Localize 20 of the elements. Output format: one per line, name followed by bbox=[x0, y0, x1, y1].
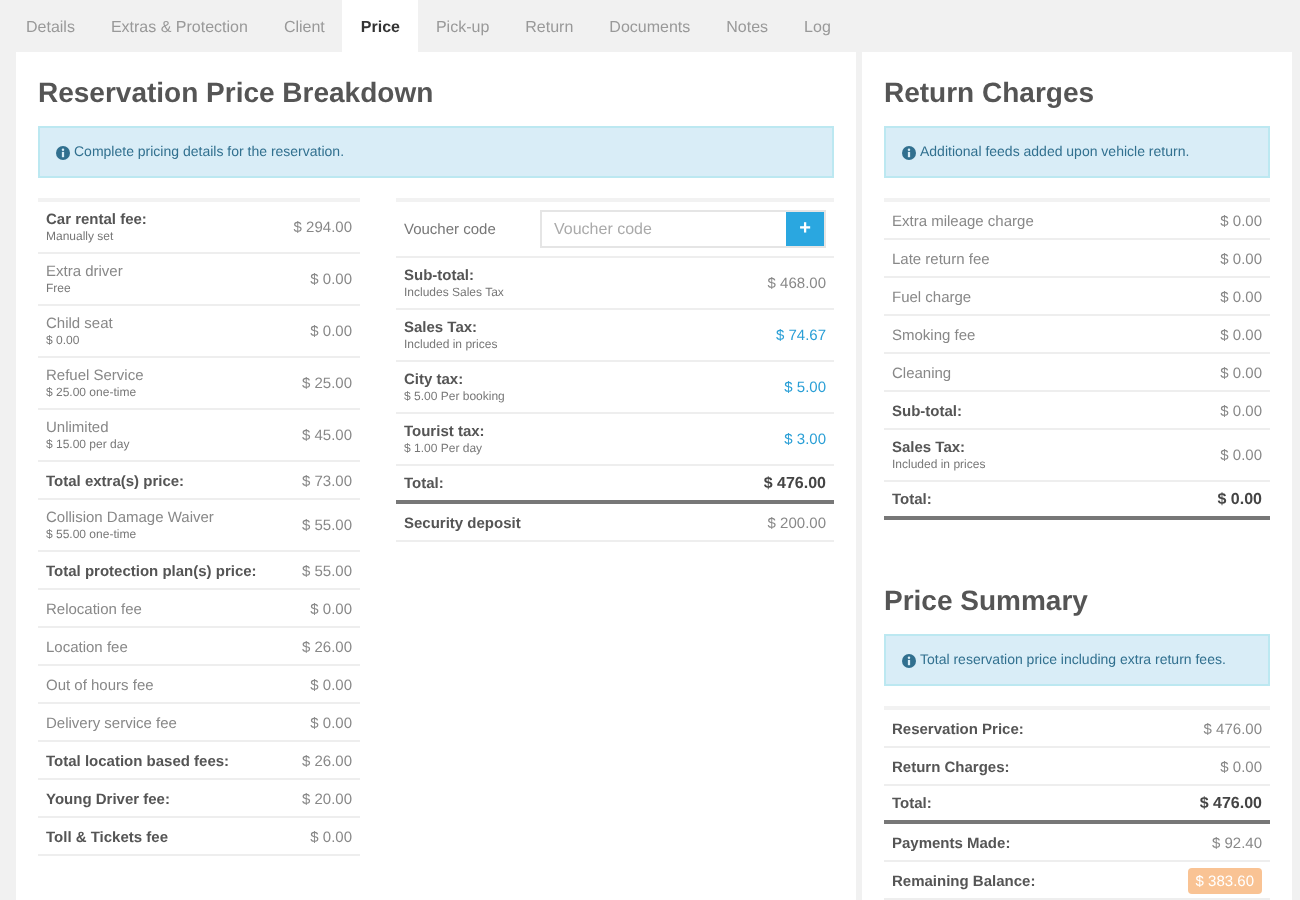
tab[interactable]: Return bbox=[507, 0, 592, 52]
row-amount: $ 476.00 bbox=[763, 474, 826, 492]
section-title: Price Summary bbox=[884, 582, 1090, 620]
info-icon bbox=[56, 145, 70, 159]
tab[interactable]: Notes bbox=[708, 0, 787, 52]
voucher-field[interactable]: Voucher code + bbox=[540, 210, 826, 248]
section-title: Return Charges bbox=[884, 74, 1097, 112]
tab[interactable]: Extras & Protection bbox=[92, 0, 266, 52]
tab[interactable]: Documents bbox=[591, 0, 709, 52]
tab[interactable]: Pick-up bbox=[417, 0, 508, 52]
row-amount: $ 476.00 bbox=[1199, 794, 1262, 812]
tab[interactable]: Details bbox=[8, 0, 93, 52]
tab[interactable]: Client bbox=[265, 0, 343, 52]
info-icon bbox=[902, 653, 916, 667]
row-amount: $ 0.00 bbox=[1217, 490, 1262, 508]
tab[interactable]: Log bbox=[786, 0, 849, 52]
info-icon bbox=[902, 145, 916, 159]
tab[interactable]: Price bbox=[342, 0, 418, 52]
add-voucher-button[interactable]: + bbox=[786, 212, 824, 246]
section-title: Reservation Price Breakdown bbox=[38, 74, 436, 112]
